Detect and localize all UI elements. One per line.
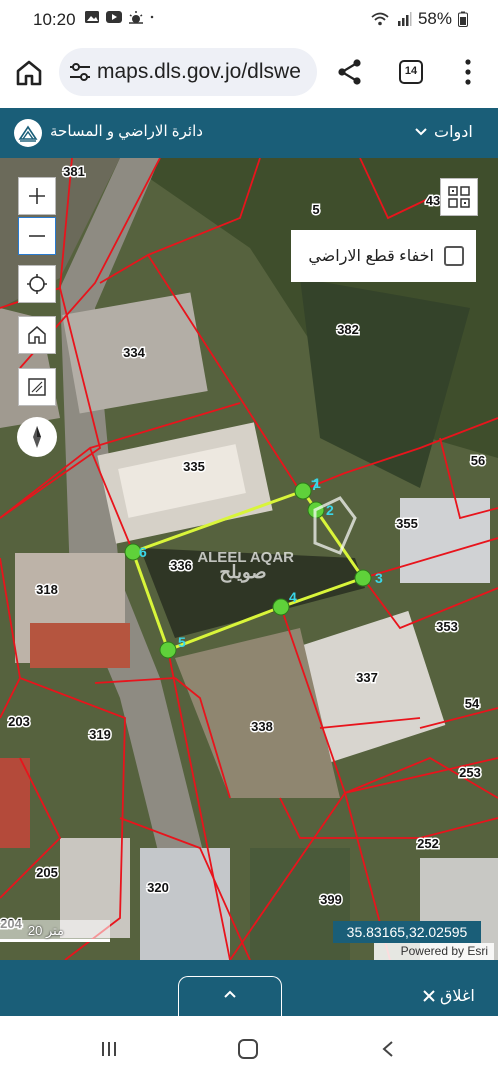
measure-vertex[interactable] [354, 569, 372, 587]
parcel-label: 336 [170, 558, 192, 573]
system-home-button[interactable] [238, 1039, 258, 1059]
plus-icon [29, 188, 45, 204]
browser-toolbar: maps.dls.gov.jo/dlswe 14 [0, 38, 498, 108]
close-panel-label: اغلاق [440, 988, 475, 1005]
parcel-label: 43 [426, 193, 440, 208]
url-text: maps.dls.gov.jo/dlswe [97, 60, 301, 83]
expand-panel-button[interactable] [178, 976, 282, 1016]
bottom-panel: اغلاق [0, 960, 498, 1016]
parcel-label: 54 [465, 696, 480, 711]
close-panel-button[interactable]: اغلاق [422, 986, 475, 1006]
vertex-label: 3 [375, 570, 383, 586]
parcel-label: 318 [36, 582, 58, 597]
zoom-in-button[interactable] [18, 177, 56, 215]
parcel-label: 335 [183, 459, 205, 474]
parcel-label: 319 [89, 727, 111, 742]
measure-vertex[interactable] [272, 598, 290, 616]
status-right-icons: 58% [370, 9, 468, 29]
measure-vertex[interactable] [294, 482, 312, 500]
site-title: دائرة الاراضي و المساحة [50, 123, 203, 140]
parcel-label: 338 [251, 719, 273, 734]
default-extent-button[interactable] [18, 316, 56, 354]
hide-parcels-label: اخفاء قطع الاراضي [308, 248, 434, 265]
hide-parcels-toggle[interactable]: اخفاء قطع الاراضي [291, 230, 476, 282]
crosshair-icon [27, 274, 47, 294]
site-header: دائرة الاراضي و المساحة ادوات [0, 108, 498, 158]
parcel-label: 205 [36, 865, 58, 880]
parcel-label: 5 [312, 202, 319, 217]
parcel-label: 334 [123, 345, 145, 360]
recents-icon[interactable] [100, 1040, 118, 1058]
vertex-label: 6 [139, 544, 147, 560]
youtube-icon [106, 11, 122, 23]
address-bar[interactable]: maps.dls.gov.jo/dlswe [59, 48, 317, 96]
measure-icon [28, 378, 46, 396]
parcel-label: 337 [356, 670, 378, 685]
parcel-label: 355 [396, 516, 418, 531]
parcel-label: 253 [459, 765, 481, 780]
weather-icon [129, 11, 143, 24]
tools-menu[interactable]: ادوات [414, 122, 473, 142]
battery-percent: 58% [417, 9, 452, 28]
close-icon [423, 990, 435, 1002]
area-name-label: صويلح [219, 562, 266, 583]
status-bar: 10:20 58% [0, 0, 498, 38]
parcel-label: 252 [417, 836, 439, 851]
system-navigation-bar [0, 1016, 498, 1080]
status-time: 10:20 [33, 10, 76, 29]
measure-button[interactable] [18, 368, 56, 406]
grid-icon [448, 186, 470, 208]
dot-icon [150, 15, 154, 19]
scale-label: 20 متر [27, 923, 64, 938]
chevron-up-icon [224, 990, 236, 998]
dls-logo [14, 119, 42, 147]
basemap-toggle-button[interactable] [440, 178, 478, 216]
measure-vertex[interactable] [159, 641, 177, 659]
attribution: Powered by Esri [374, 943, 494, 960]
compass-icon [33, 426, 41, 448]
share-icon[interactable] [336, 58, 364, 86]
vertex-label: 4 [289, 589, 297, 605]
battery-icon [458, 11, 468, 27]
compass-button[interactable] [17, 417, 57, 457]
browser-home-icon[interactable] [14, 58, 44, 88]
home-icon [28, 326, 46, 344]
overflow-menu-icon[interactable] [462, 58, 474, 86]
hide-parcels-checkbox[interactable] [444, 246, 464, 266]
parcel-label: 320 [147, 880, 169, 895]
chevron-down-icon [415, 128, 427, 136]
tools-label: ادوات [434, 124, 473, 141]
parcel-label: 203 [8, 714, 30, 729]
image-icon [85, 11, 99, 23]
tab-switcher-button[interactable]: 14 [399, 60, 423, 84]
back-icon[interactable] [381, 1040, 395, 1058]
parcel-label: 382 [337, 322, 359, 337]
signal-icon [397, 12, 412, 26]
wifi-icon [371, 12, 389, 26]
parcel-label: 56 [471, 453, 485, 468]
minus-icon [29, 235, 45, 237]
coordinates-readout: 35.83165,32.02595 [333, 921, 481, 943]
site-settings-icon[interactable] [69, 62, 91, 82]
map-view[interactable]: 1234567 ALEEL AQAR صويلح 381 5 43 382 334 335… [0, 158, 498, 960]
parcel-label: 353 [436, 619, 458, 634]
vertex-label: 5 [178, 634, 186, 650]
zoom-out-button[interactable] [18, 217, 56, 255]
scale-bar: 20 متر [0, 920, 110, 942]
parcel-label: 399 [320, 892, 342, 907]
parcel-label: 381 [63, 164, 85, 179]
status-notification-icons [84, 10, 158, 24]
locate-button[interactable] [18, 265, 56, 303]
vertex-label: 7 [311, 477, 319, 493]
